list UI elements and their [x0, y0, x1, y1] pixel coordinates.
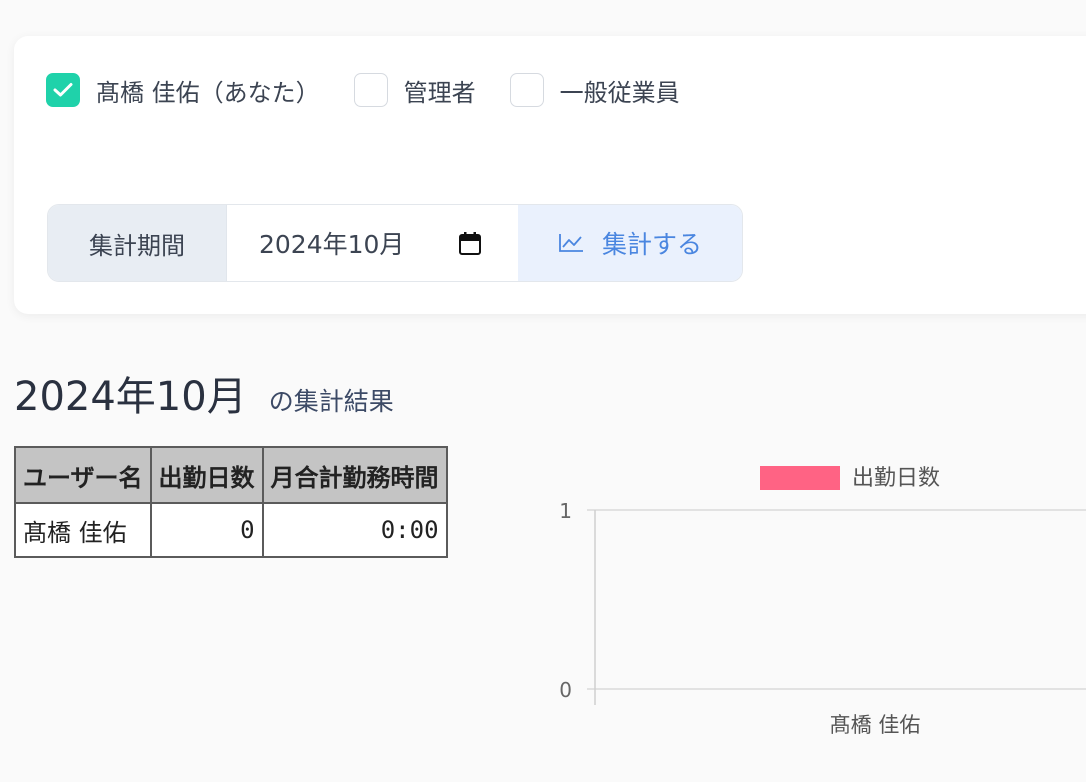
filter-general-employee-label: 一般従業員	[559, 78, 680, 107]
filter-self[interactable]: 髙橋 佳佑（あなた）	[46, 73, 320, 108]
summary-table: ユーザー名 出勤日数 月合計勤務時間 髙橋 佳佑 0 0:00	[14, 446, 448, 558]
calendar-icon[interactable]	[458, 231, 482, 257]
filter-general-employee[interactable]: 一般従業員	[509, 73, 680, 108]
aggregate-button[interactable]: 集計する	[518, 205, 742, 281]
legend-swatch	[760, 466, 840, 490]
checkbox-self[interactable]	[46, 73, 80, 107]
result-heading: 2024年10月 の集計結果	[14, 364, 394, 422]
header-attendance-days: 出勤日数	[149, 446, 264, 504]
attendance-bar-chart: 出勤日数 0 1 髙橋 佳佑	[559, 466, 1086, 737]
result-suffix: の集計結果	[268, 387, 394, 416]
aggregate-button-label: 集計する	[601, 230, 702, 259]
filter-self-label: 髙橋 佳佑（あなた）	[96, 78, 320, 107]
table-row: 髙橋 佳佑 0 0:00	[14, 502, 448, 558]
chart-grid	[587, 509, 1086, 690]
line-chart-icon	[558, 233, 584, 253]
header-user-name: ユーザー名	[14, 446, 152, 504]
month-input-value: 2024年10月	[259, 230, 405, 259]
chart-labels: 0 1 髙橋 佳佑	[559, 499, 920, 737]
filter-admin-label: 管理者	[403, 78, 476, 107]
x-tick-label: 髙橋 佳佑	[830, 713, 921, 737]
cell-attendance-days: 0	[149, 502, 264, 558]
filter-admin[interactable]: 管理者	[353, 73, 476, 108]
user-filter-group: 髙橋 佳佑（あなた） 管理者 一般従業員	[46, 72, 714, 108]
table-header-row: ユーザー名 出勤日数 月合計勤務時間	[14, 446, 448, 504]
period-label: 集計期間	[48, 205, 227, 281]
header-monthly-hours: 月合計勤務時間	[261, 446, 448, 504]
checkbox-general-employee[interactable]	[509, 73, 544, 107]
check-icon	[53, 83, 73, 97]
y-tick-label: 1	[559, 499, 572, 523]
period-input-group: 集計期間 2024年10月 集計する	[47, 204, 743, 282]
legend-label: 出勤日数	[852, 466, 940, 491]
month-input[interactable]: 2024年10月	[227, 205, 518, 281]
chart-legend: 出勤日数	[760, 466, 940, 491]
cell-monthly-hours: 0:00	[261, 502, 448, 558]
y-tick-label: 0	[559, 678, 572, 702]
checkbox-admin[interactable]	[353, 73, 388, 107]
cell-user-name: 髙橋 佳佑	[14, 502, 152, 558]
result-month: 2024年10月	[14, 374, 247, 420]
